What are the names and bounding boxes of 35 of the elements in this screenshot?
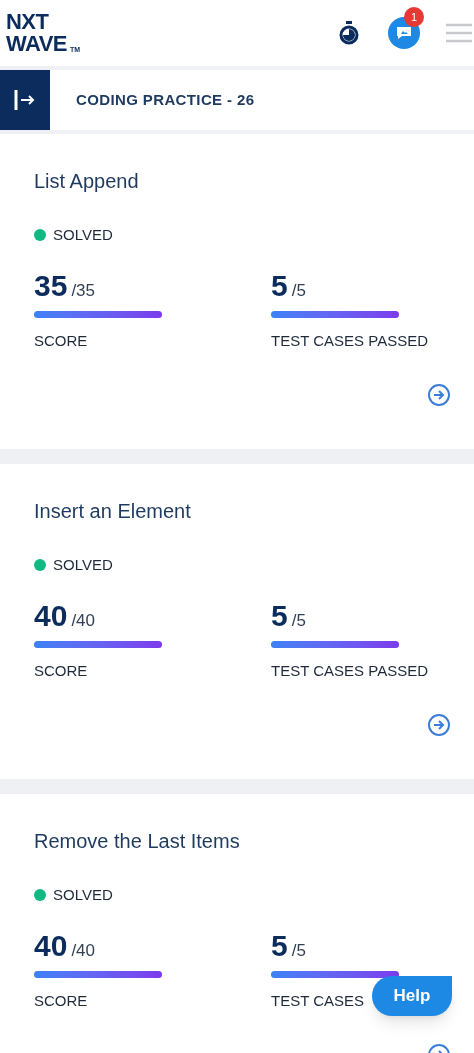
expand-icon [13,89,37,111]
metric-label: TEST CASES [271,991,365,1011]
problem-title: Insert an Element [34,499,192,524]
metric-label: SCORE [34,661,88,681]
metric-value: 5 [271,598,288,633]
stopwatch-icon[interactable] [338,21,360,45]
metric-value: 35 [34,268,68,303]
metric-value: 40 [34,598,68,633]
problem-card[interactable]: Insert an Element SOLVED 40/40 SCORE 5/5 TEST CASES PASSED [0,464,474,779]
problem-title: List Append [34,169,140,194]
metric-total: /5 [291,609,306,632]
notification-badge: 1 [404,7,424,27]
metric-total: /40 [71,939,95,962]
status-label: SOLVED [53,225,113,245]
metric-label: TEST CASES PASSED [271,331,428,351]
chat-icon [396,26,412,40]
arrow-right-circle-icon[interactable] [427,382,451,407]
metric-total: /5 [291,939,306,962]
metric-label: SCORE [34,991,88,1011]
arrow-right-circle-icon[interactable] [427,712,451,737]
problem-card[interactable]: List Append SOLVED 35/35 SCORE 5/5 TEST CASES PASSED [0,134,474,449]
metric-label: TEST CASES PASSED [271,661,428,681]
help-button[interactable]: Help [372,976,452,1016]
page-title: CODING PRACTICE - 26 [76,89,255,110]
metric-total: /40 [71,609,95,632]
metric-value: 40 [34,928,68,963]
sidebar-toggle-button[interactable] [0,70,50,130]
metric-value: 5 [271,268,288,303]
metric-total: /5 [291,279,306,302]
metric-total: /35 [71,279,95,302]
status-label: SOLVED [53,885,113,905]
problem-title: Remove the Last Items [34,829,241,854]
status-label: SOLVED [53,555,113,575]
metric-value: 5 [271,928,288,963]
metric-label: SCORE [34,331,88,351]
